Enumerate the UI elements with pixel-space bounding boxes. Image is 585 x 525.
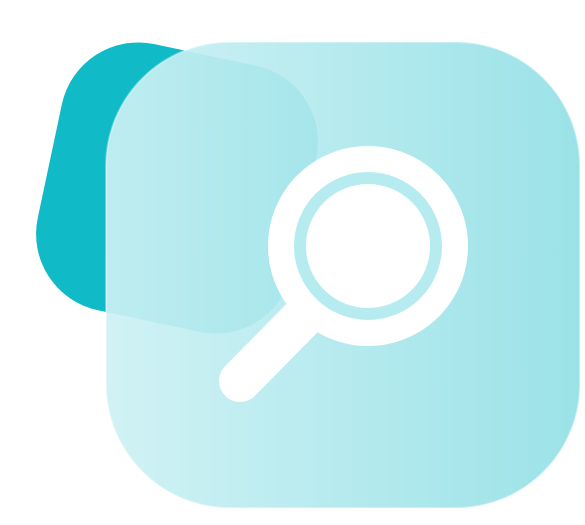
search-illustration-graphic xyxy=(36,41,581,509)
search-illustration xyxy=(0,0,585,525)
